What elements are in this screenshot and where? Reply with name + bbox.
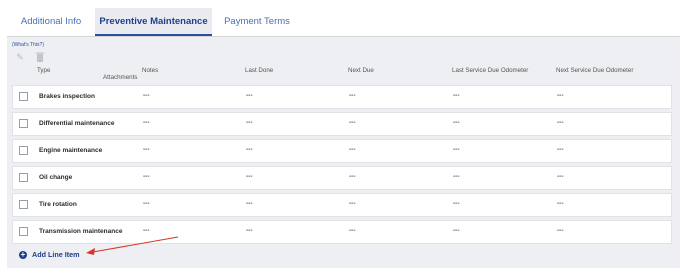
annotation-arrow	[86, 236, 179, 255]
